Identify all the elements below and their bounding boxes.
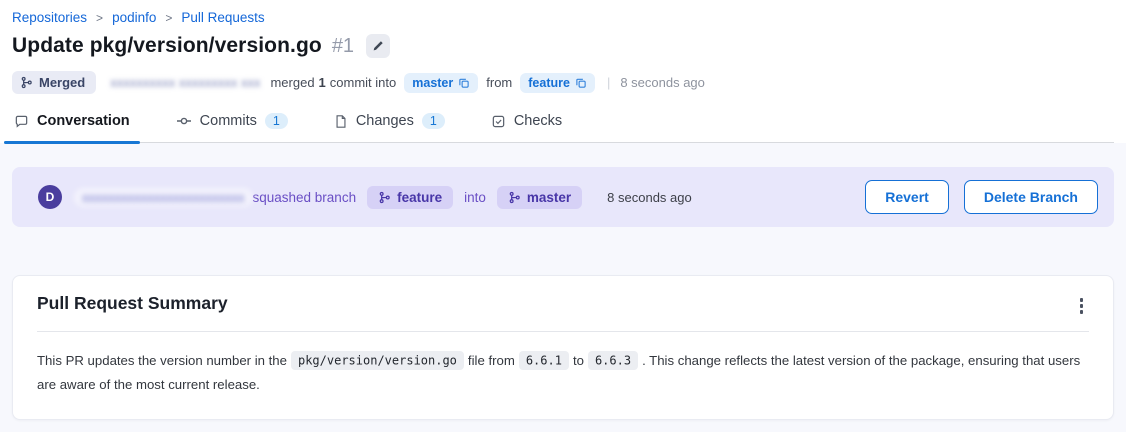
actor-redacted: xxxxxxxxxxxxxxxxxxxxxxxxx [74,188,253,207]
merge-text: commit into [330,75,396,90]
breadcrumb-pull-requests[interactable]: Pull Requests [181,10,264,25]
tab-changes[interactable]: Changes 1 [334,113,445,142]
page-title: Update pkg/version/version.go [12,34,322,58]
kebab-dot [1080,304,1084,308]
summary-card: Pull Request Summary This PR updates the… [12,275,1114,420]
commit-count: 1 [319,75,326,90]
banner-target-branch-label: master [527,190,571,205]
banner-action-text: squashed branch [253,190,357,205]
summary-card-title: Pull Request Summary [37,293,228,314]
breadcrumb: Repositories > podinfo > Pull Requests [12,10,1114,25]
avatar: D [38,185,62,209]
code-chip-old-version: 6.6.1 [519,351,569,370]
merge-text: merged [270,75,314,90]
checklist-icon [491,114,506,129]
banner-source-branch-pill[interactable]: feature [367,186,453,209]
kebab-dot [1080,298,1084,302]
summary-text: to [573,353,584,368]
edit-title-button[interactable] [366,34,390,58]
merge-icon [20,76,33,89]
divider: | [607,75,610,90]
delete-branch-button[interactable]: Delete Branch [964,180,1098,214]
tab-label: Commits [200,113,257,129]
status-badge-label: Merged [39,75,85,90]
code-chip-filepath: pkg/version/version.go [291,351,464,370]
title-row: Update pkg/version/version.go #1 [12,34,1114,58]
banner-source-branch-label: feature [397,190,442,205]
commit-icon [176,113,192,129]
status-badge: Merged [12,71,96,94]
branch-icon [378,191,391,204]
pr-meta-row: Merged xxxxxxxxxx xxxxxxxxx xxx merged 1… [12,71,1114,94]
banner-into-label: into [464,190,486,205]
tab-label: Changes [356,113,414,129]
tab-conversation[interactable]: Conversation [14,113,130,142]
tab-bar: Conversation Commits 1 Changes 1 [12,113,1114,143]
source-branch-pill[interactable]: feature [520,73,595,93]
branch-icon [508,191,521,204]
tab-label: Checks [514,113,562,129]
merged-by-redacted: xxxxxxxxxx xxxxxxxxx xxx [110,75,260,90]
copy-icon[interactable] [575,77,587,89]
pull-request-page: Repositories > podinfo > Pull Requests U… [0,0,1126,420]
breadcrumb-separator: > [96,11,103,25]
kebab-dot [1080,310,1084,314]
pr-number: #1 [332,35,354,58]
revert-button[interactable]: Revert [865,180,949,214]
file-icon [334,114,348,129]
target-branch-pill[interactable]: master [404,73,478,93]
kebab-menu-button[interactable] [1074,294,1090,318]
merge-timestamp: 8 seconds ago [620,75,705,90]
summary-card-header: Pull Request Summary [37,293,1089,318]
card-divider [37,331,1089,332]
tab-commits[interactable]: Commits 1 [176,113,288,142]
tab-count-badge: 1 [422,113,445,129]
code-chip-new-version: 6.6.3 [588,351,638,370]
summary-text: This PR updates the version number in th… [37,353,287,368]
summary-body: This PR updates the version number in th… [37,349,1089,397]
breadcrumb-repositories[interactable]: Repositories [12,10,87,25]
banner-timestamp: 8 seconds ago [607,190,692,205]
breadcrumb-podinfo[interactable]: podinfo [112,10,156,25]
source-branch-label: feature [528,76,570,90]
breadcrumb-separator: > [165,11,172,25]
copy-icon[interactable] [458,77,470,89]
summary-text: file from [468,353,515,368]
pr-header: Repositories > podinfo > Pull Requests U… [0,0,1126,143]
target-branch-label: master [412,76,453,90]
tab-count-badge: 1 [265,113,288,129]
tab-label: Conversation [37,113,130,129]
tab-checks[interactable]: Checks [491,113,562,142]
banner-target-branch-pill[interactable]: master [497,186,582,209]
from-label: from [486,75,512,90]
speech-bubble-icon [14,114,29,129]
pencil-icon [372,40,384,52]
merge-banner: D xxxxxxxxxxxxxxxxxxxxxxxxx squashed bra… [12,167,1114,227]
